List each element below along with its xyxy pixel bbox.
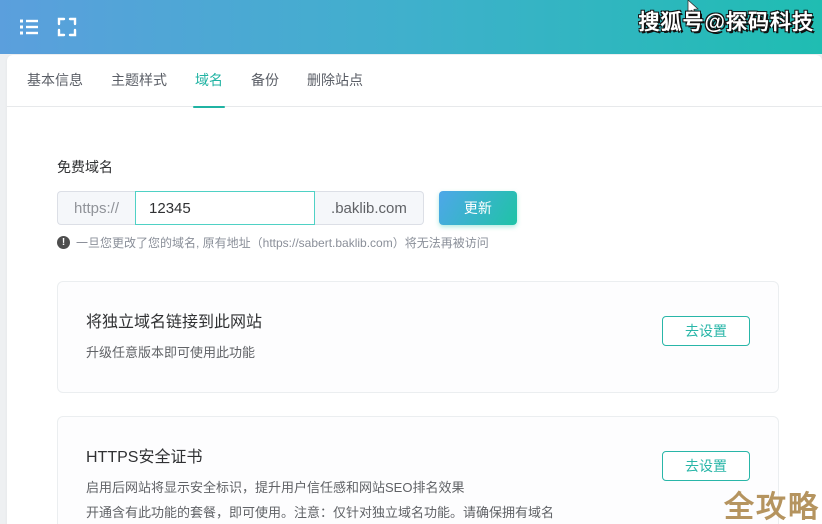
custom-domain-card-body: 将独立域名链接到此网站 升级任意版本即可使用此功能 <box>86 308 262 366</box>
tab-domain[interactable]: 域名 <box>193 55 225 108</box>
tab-backup[interactable]: 备份 <box>249 55 281 107</box>
https-cert-card: HTTPS安全证书 启用后网站将显示安全标识，提升用户信任感和网站SEO排名效果… <box>57 415 779 524</box>
domain-input-group: https:// .baklib.com 更新 <box>57 191 779 225</box>
free-domain-label: 免费域名 <box>57 159 113 175</box>
https-cert-card-title: HTTPS安全证书 <box>86 448 203 466</box>
fullscreen-icon[interactable] <box>56 16 78 38</box>
domain-warning-text: 一旦您更改了您的域名, 原有地址（https://sabert.baklib.c… <box>76 236 489 250</box>
top-watermark: 搜狐号@探码科技 <box>638 11 814 34</box>
custom-domain-settings-button[interactable]: 去设置 <box>662 316 750 346</box>
custom-domain-card-title: 将独立域名链接到此网站 <box>86 314 263 331</box>
tab-delete-site[interactable]: 删除站点 <box>305 55 365 107</box>
mouse-cursor-icon <box>687 0 699 17</box>
update-button[interactable]: 更新 <box>438 191 517 225</box>
protocol-prefix: https:// <box>57 191 136 225</box>
https-cert-card-desc1: 启用后网站将显示安全标识，提升用户信任感和网站SEO排名效果 <box>86 479 465 495</box>
domain-warning-row: ! 一旦您更改了您的域名, 原有地址（https://sabert.baklib… <box>57 234 779 251</box>
https-cert-card-body: HTTPS安全证书 启用后网站将显示安全标识，提升用户信任感和网站SEO排名效果… <box>86 443 554 524</box>
tab-basic-info[interactable]: 基本信息 <box>25 55 85 107</box>
list-menu-icon[interactable] <box>18 16 40 38</box>
info-icon: ! <box>57 236 70 249</box>
domain-suffix: .baklib.com <box>315 191 424 225</box>
custom-domain-card: 将独立域名链接到此网站 升级任意版本即可使用此功能 去设置 <box>57 281 779 393</box>
settings-tabs: 基本信息 主题样式 域名 备份 删除站点 <box>7 55 822 108</box>
tab-content: 免费域名 https:// .baklib.com 更新 ! 一旦您更改了您的域… <box>7 107 822 524</box>
subdomain-input[interactable] <box>135 191 316 225</box>
custom-domain-card-desc: 升级任意版本即可使用此功能 <box>86 345 256 360</box>
tab-theme-style[interactable]: 主题样式 <box>109 55 169 107</box>
top-navbar: 搜狐号@探码科技 <box>0 0 822 54</box>
https-cert-card-desc2: 开通含有此功能的套餐，即可使用。注意：仅针对独立域名功能。请确保拥有域名 <box>86 505 555 521</box>
https-cert-settings-button[interactable]: 去设置 <box>662 450 750 481</box>
settings-panel: 基本信息 主题样式 域名 备份 删除站点 免费域名 https:// .bakl… <box>7 55 822 524</box>
